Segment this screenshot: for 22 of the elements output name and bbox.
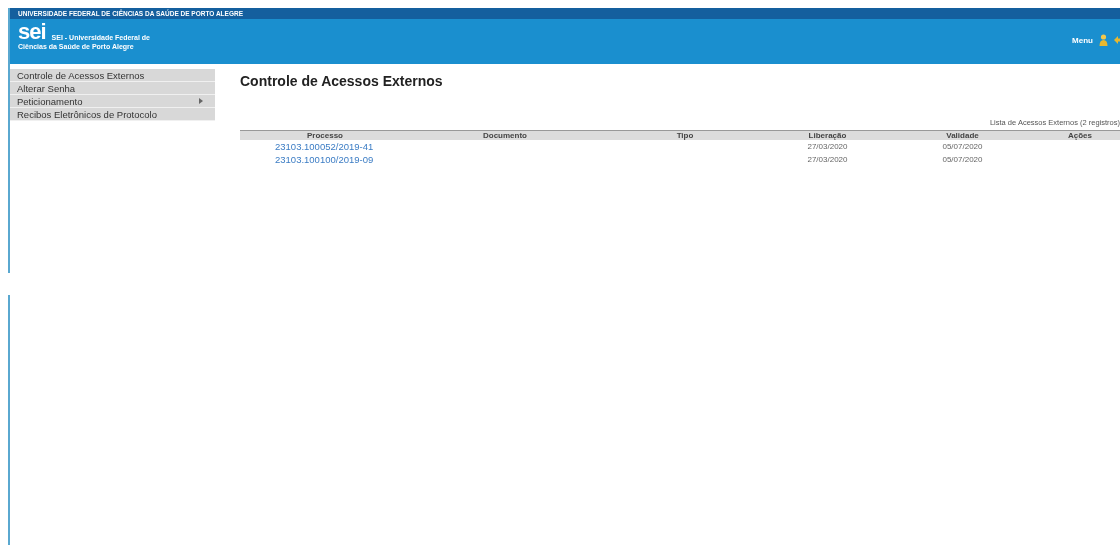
sei-logo[interactable]: sei: [18, 22, 46, 42]
column-header: Liberação: [770, 130, 885, 140]
column-header: Validade: [885, 130, 1040, 140]
column-header: Tipo: [600, 130, 770, 140]
column-header: Documento: [410, 130, 600, 140]
user-icon[interactable]: [1099, 34, 1108, 46]
menu-link[interactable]: Menu: [1072, 35, 1093, 45]
sidebar-item[interactable]: Recibos Eletrônicos de Protocolo: [10, 108, 215, 121]
submenu-arrow-icon: [199, 98, 203, 104]
table-cell: 05/07/2020: [942, 155, 983, 164]
process-link[interactable]: 23103.100052/2019-41: [275, 141, 374, 152]
process-link[interactable]: 23103.100100/2019-09: [275, 154, 374, 165]
column-header: Ações: [1040, 130, 1120, 140]
table-cell: 05/07/2020: [942, 142, 983, 151]
sidebar-item[interactable]: Controle de Acessos Externos: [10, 69, 215, 82]
table-cell: 27/03/2020: [807, 155, 848, 164]
table-cell: 27/03/2020: [807, 142, 848, 151]
page-title: Controle de Acessos Externos: [240, 73, 444, 89]
sidebar-item[interactable]: Peticionamento: [10, 95, 215, 108]
exit-icon[interactable]: [1114, 34, 1120, 46]
column-header: Processo: [240, 130, 410, 140]
sidebar-item[interactable]: Alterar Senha: [10, 82, 215, 95]
